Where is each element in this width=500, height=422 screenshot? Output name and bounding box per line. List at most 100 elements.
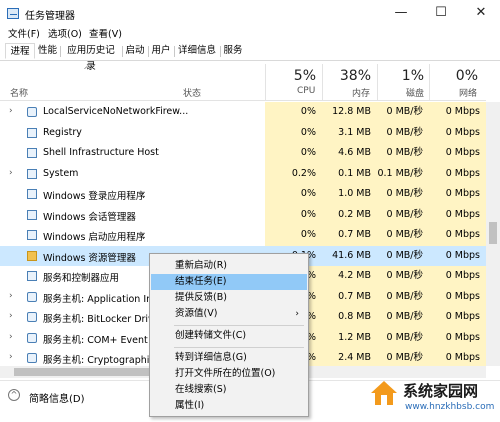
sort-arrow-icon: ^ [83,66,91,76]
network-value: 0 Mbps [429,225,486,246]
memory-value: 0.8 MB [322,307,377,328]
column-memory[interactable]: 内存 [352,86,370,99]
ctx-feedback[interactable]: 提供反馈(B) [151,290,307,306]
process-row[interactable]: Shell Infrastructure Host 0% 4.6 MB 0 MB… [0,143,486,164]
network-value: 0 Mbps [429,266,486,287]
ctx-create-dump[interactable]: 创建转储文件(C) [151,328,307,344]
process-row[interactable]: Windows 登录应用程序 0% 1.0 MB 0 MB/秒 0 Mbps [0,184,486,205]
memory-value: 0.7 MB [322,225,377,246]
tab-performance[interactable]: 性能 [36,43,59,59]
disk-value: 0 MB/秒 [377,307,429,328]
network-value: 0 Mbps [429,184,486,205]
chevron-up-icon[interactable]: ^ [8,389,20,401]
process-icon [27,209,37,220]
network-value: 0 Mbps [429,327,486,348]
process-icon [27,168,37,179]
process-icon [27,271,37,281]
maximize-button[interactable]: ☐ [426,4,456,22]
memory-value: 0.2 MB [322,204,377,225]
disk-value: 0 MB/秒 [377,266,429,287]
process-name: LocalServiceNoNetworkFirew... [43,106,189,117]
tab-startup[interactable]: 启动 [123,43,147,59]
memory-value: 4.6 MB [322,143,377,164]
process-row[interactable]: Windows 启动应用程序 0% 0.7 MB 0 MB/秒 0 Mbps [0,225,486,246]
network-value: 0 Mbps [429,122,486,143]
ctx-separator [174,347,304,348]
disk-value: 0 MB/秒 [377,327,429,348]
ctx-restart[interactable]: 重新启动(R) [151,258,307,274]
process-name: Registry [43,126,82,138]
process-name: 服务主机: Application Info [43,293,162,305]
process-row[interactable]: › System 0.2% 0.1 MB 0.1 MB/秒 0 Mbps [0,163,486,184]
process-name: Windows 登录应用程序 [43,191,146,202]
ctx-properties[interactable]: 属性(I) [151,398,307,414]
ctx-search-online[interactable]: 在线搜索(S) [151,382,307,398]
service-icon [27,312,37,322]
column-divider [265,64,266,100]
column-cpu[interactable]: CPU [297,86,315,96]
menu-view[interactable]: 查看(V) [89,26,122,40]
ctx-end-task[interactable]: 结束任务(E) [151,274,307,290]
memory-value: 41.6 MB [322,245,377,266]
process-name: 服务主机: COM+ Event Sy [43,334,163,346]
process-name: System [43,167,79,179]
header-divider [0,100,486,101]
process-name: Windows 启动应用程序 [43,232,146,243]
expand-chevron-icon[interactable]: › [9,332,13,342]
expand-chevron-icon[interactable]: › [9,291,13,301]
tab-users[interactable]: 用户 [149,43,173,59]
disk-value: 0 MB/秒 [377,245,429,266]
column-network[interactable]: 网络 [459,86,477,99]
tab-app-history[interactable]: 应用历史记录 [61,43,121,72]
ctx-separator [174,325,304,326]
menu-options[interactable]: 选项(O) [48,26,82,40]
network-value: 0 Mbps [429,204,486,225]
expand-chevron-icon[interactable]: › [9,106,13,116]
ctx-open-file-location[interactable]: 打开文件所在的位置(O) [151,366,307,382]
title-bar [0,0,500,26]
watermark-url: www.hnzkhbsb.com [405,402,495,412]
vertical-scroll-thumb[interactable] [489,222,497,244]
tab-services[interactable]: 服务 [221,43,245,59]
minimize-button[interactable]: — [386,4,416,22]
less-details-link[interactable]: 简略信息(D) [29,390,85,405]
network-value: 0 Mbps [429,102,486,123]
network-value: 0 Mbps [429,307,486,328]
disk-value: 0 MB/秒 [377,184,429,205]
process-row[interactable]: Registry 0% 3.1 MB 0 MB/秒 0 Mbps [0,122,486,143]
expand-chevron-icon[interactable]: › [9,168,13,178]
tab-processes[interactable]: 进程 [5,43,35,59]
disk-value: 0 MB/秒 [377,102,429,123]
column-name[interactable]: 名称 [10,86,28,99]
ctx-go-to-details[interactable]: 转到详细信息(G) [151,350,307,366]
expand-chevron-icon[interactable]: › [9,311,13,321]
ctx-resource-values[interactable]: 资源值(V) › [151,306,307,322]
process-row[interactable]: › LocalServiceNoNetworkFirew... 0% 12.8 … [0,102,486,123]
network-value: 0 Mbps [429,286,486,307]
process-name: 服务和控制器应用 [43,273,120,284]
close-button[interactable]: ✕ [466,4,496,22]
tab-details[interactable]: 详细信息 [175,43,219,59]
memory-total: 38% [339,68,371,84]
watermark-logo [371,381,397,405]
network-value: 0 Mbps [429,143,486,164]
menu-file[interactable]: 文件(F) [8,26,40,40]
column-divider [377,64,378,100]
service-icon [27,107,37,117]
process-name: Windows 会话管理器 [43,211,136,223]
context-menu: 重新启动(R) 结束任务(E) 提供反馈(B) 资源值(V) › 创建转储文件(… [149,253,309,417]
disk-value: 0 MB/秒 [377,225,429,246]
column-status[interactable]: 状态 [183,86,201,99]
disk-value: 0.1 MB/秒 [377,163,429,184]
process-row[interactable]: Windows 会话管理器 0% 0.2 MB 0 MB/秒 0 Mbps [0,204,486,225]
column-disk[interactable]: 磁盘 [406,86,424,99]
disk-value: 0 MB/秒 [377,286,429,307]
memory-value: 0.7 MB [322,286,377,307]
cpu-value: 0% [265,143,322,164]
disk-total: 1% [401,68,424,84]
column-divider [322,64,323,100]
service-icon [27,332,37,343]
process-icon [27,189,37,199]
ctx-resource-values-label: 资源值(V) [175,308,218,319]
expand-chevron-icon[interactable]: › [9,352,13,362]
